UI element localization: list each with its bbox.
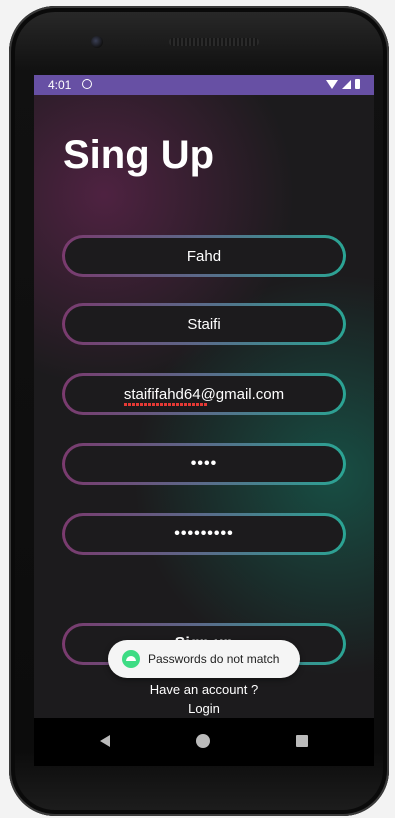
- toast: Passwords do not match: [108, 640, 300, 678]
- status-bar: 4:01: [34, 75, 374, 95]
- confirm-password-field[interactable]: [62, 513, 346, 555]
- navigation-bar: [34, 718, 374, 766]
- first-name-field[interactable]: [62, 235, 346, 277]
- signal-icon: [342, 79, 351, 89]
- email-field[interactable]: staififahd64@gmail.com: [62, 373, 346, 415]
- recents-icon[interactable]: [296, 735, 308, 747]
- earpiece-speaker: [169, 38, 259, 46]
- front-camera: [91, 36, 103, 48]
- notification-icon: [82, 79, 92, 89]
- toast-app-icon: [122, 650, 140, 668]
- toast-message: Passwords do not match: [148, 652, 280, 666]
- page-title: Sing Up: [63, 133, 215, 177]
- status-icons: [326, 79, 360, 89]
- email-input[interactable]: staififahd64@gmail.com: [123, 385, 285, 406]
- back-icon[interactable]: [100, 735, 110, 747]
- password-input[interactable]: [76, 454, 332, 474]
- home-icon[interactable]: [196, 734, 210, 748]
- spellcheck-underline: [123, 402, 208, 406]
- last-name-input[interactable]: [76, 314, 332, 334]
- login-link[interactable]: Login: [34, 701, 374, 716]
- screen: 4:01 Sing Up staififahd64@gmail.com: [34, 75, 374, 718]
- wifi-icon: [326, 79, 338, 89]
- confirm-password-input[interactable]: [76, 524, 332, 544]
- last-name-field[interactable]: [62, 303, 346, 345]
- signup-content: Sing Up staififahd64@gmail.com Sign up: [34, 95, 374, 718]
- email-value: staififahd64@gmail.com: [123, 385, 285, 403]
- password-field[interactable]: [62, 443, 346, 485]
- first-name-input[interactable]: [76, 246, 332, 266]
- have-account-text: Have an account ?: [149, 682, 259, 697]
- status-time: 4:01: [48, 78, 72, 92]
- battery-icon: [355, 79, 360, 89]
